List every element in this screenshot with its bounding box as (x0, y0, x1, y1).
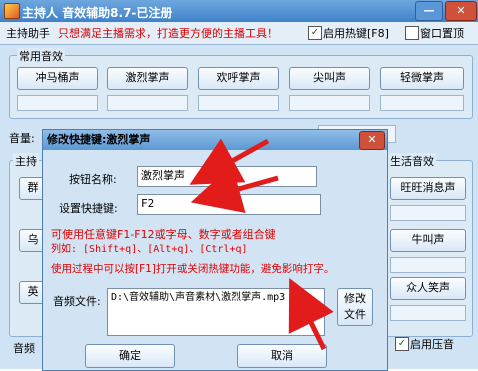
ok-button[interactable]: 确定 (85, 344, 175, 368)
sound-button-1[interactable]: 冲马桶声 (17, 67, 98, 90)
edit-hotkey-dialog: 修改快捷键:激烈掌声 ✕ 按钮名称: 激烈掌声 设置快捷键: F2 可使用任意键… (42, 129, 388, 371)
host-tab-label[interactable]: 主持 (13, 153, 39, 169)
dialog-close-button[interactable]: ✕ (359, 131, 385, 150)
cancel-button[interactable]: 取消 (237, 344, 327, 368)
hotkey-slot (390, 257, 466, 273)
close-button[interactable]: ✕ (445, 1, 477, 21)
common-sounds-title: 常用音效 (17, 48, 65, 64)
title-bar: 主持人 音效辅助8.7-已注册 — ✕ (0, 0, 478, 22)
dialog-title: 修改快捷键:激烈掌声 (47, 133, 151, 146)
dialog-title-bar: 修改快捷键:激烈掌声 ✕ (43, 130, 387, 150)
sound-button-4[interactable]: 尖叫声 (289, 67, 370, 90)
volume-label: 音量: (9, 132, 35, 145)
sound-button-3[interactable]: 欢呼掌声 (198, 67, 279, 90)
life-sounds-title: 生活音效 (388, 153, 436, 169)
minimize-button[interactable]: — (415, 1, 443, 21)
audio-file-path-input[interactable]: D:\音效辅助\声音素材\激烈掌声.mp3 (107, 288, 325, 336)
tab-host-assistant[interactable]: 主持助手 (6, 25, 50, 41)
compress-checkbox[interactable]: ✓ (395, 337, 409, 351)
audio-label-partial: 音频 (13, 342, 35, 355)
ontop-checkbox-label: 窗口置顶 (420, 27, 464, 40)
compress-checkbox-label: 启用压音 (410, 338, 454, 351)
app-icon (4, 3, 20, 19)
life-sound-button-2[interactable]: 牛叫声 (390, 229, 466, 252)
window-title: 主持人 音效辅助8.7-已注册 (22, 6, 173, 20)
button-name-input[interactable]: 激烈掌声 (137, 166, 317, 187)
sound-button-2[interactable]: 激烈掌声 (107, 67, 188, 90)
hotkey-slot (107, 95, 188, 111)
sound-button-5[interactable]: 轻微掌声 (380, 67, 464, 90)
hotkey-checkbox[interactable]: ✓ (308, 26, 322, 40)
hotkey-slot (380, 95, 464, 111)
hotkey-slot (289, 95, 370, 111)
hotkey-slot (390, 305, 466, 321)
edit-file-button[interactable]: 修改 文件 (337, 288, 373, 326)
button-name-label: 按钮名称: (69, 173, 117, 186)
hotkey-slot (390, 205, 466, 221)
hotkey-slot (17, 95, 98, 111)
hotkey-checkbox-label: 启用热键[F8] (323, 27, 389, 40)
ontop-checkbox[interactable] (405, 26, 419, 40)
hint-line-2: 列如: [Shift+q]、[Alt+q]、[Ctrl+q] (51, 244, 248, 255)
life-sound-button-3[interactable]: 众人笑声 (390, 277, 466, 300)
hotkey-slot (198, 95, 279, 111)
hotkey-input[interactable]: F2 (137, 194, 321, 215)
top-toolbar: 主持助手 只想满足主播需求，打造更方便的主播工具！ ✓ 启用热键[F8] 窗口置… (0, 22, 478, 45)
life-sound-button-1[interactable]: 旺旺消息声 (390, 177, 466, 200)
slogan-text: 只想满足主播需求，打造更方便的主播工具！ (58, 27, 278, 40)
hotkey-label: 设置快捷键: (59, 202, 118, 215)
hint-line-3: 使用过程中可以按[F1]打开或关闭热键功能，避免影响打字。 (51, 263, 335, 275)
audio-file-label: 音频文件: (53, 295, 101, 308)
